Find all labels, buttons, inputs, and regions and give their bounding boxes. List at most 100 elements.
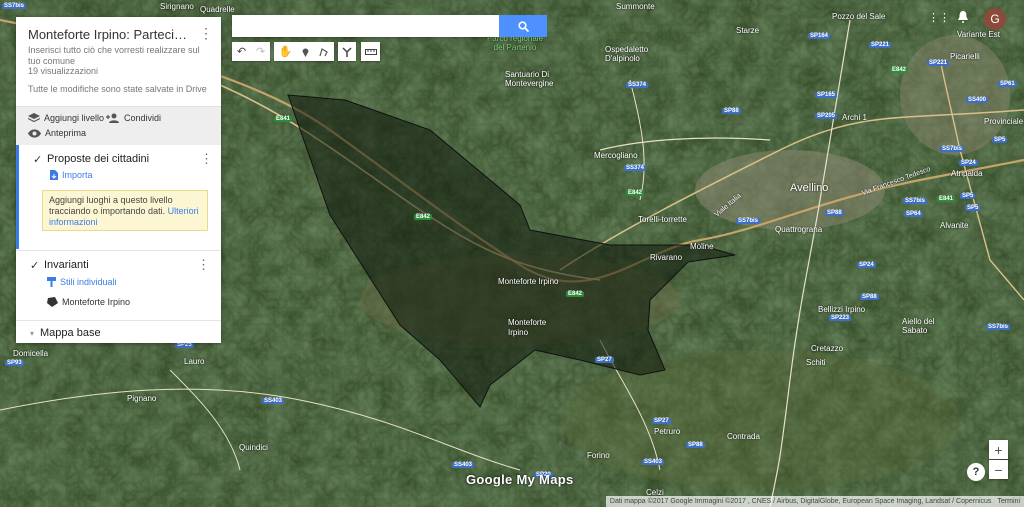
view-count: 19 visualizzazioni [28, 66, 99, 76]
directions-button[interactable] [338, 42, 356, 61]
share-button[interactable]: Condividi [106, 113, 161, 123]
import-link[interactable]: Importa [50, 170, 93, 180]
road-shield: E842 [566, 291, 585, 297]
map-label: Forino [587, 451, 610, 460]
road-shield: E841 [937, 196, 956, 202]
road-shield: SP165 [815, 92, 838, 98]
road-shield: SP88 [825, 210, 844, 216]
layer-options-icon[interactable]: ⋮ [197, 257, 210, 273]
undo-redo-group: ↶ ↷ [232, 42, 270, 61]
notifications-icon[interactable] [958, 11, 968, 23]
import-icon [50, 170, 58, 180]
feature-item[interactable]: Monteforte Irpino [47, 297, 130, 307]
empty-layer-hint: Aggiungi luoghi a questo livello traccia… [42, 190, 208, 231]
redo-icon[interactable]: ↷ [256, 45, 265, 58]
search-input[interactable] [232, 15, 499, 37]
search-icon [517, 20, 529, 32]
road-shield: SS7bis [986, 324, 1011, 330]
layer-invarianti[interactable]: ✓ Invarianti ⋮ Stili individuali [16, 251, 221, 321]
map-label: Schiti [806, 358, 826, 367]
search-button[interactable] [499, 15, 547, 37]
road-shield: SP88 [860, 294, 879, 300]
road-shield: SS403 [262, 398, 285, 404]
map-label: Archi 1 [842, 113, 867, 122]
layer-visibility-checkbox[interactable]: ✓ [33, 153, 42, 166]
road-shield: SS7bis [2, 3, 27, 9]
map-label: Variante Est [957, 30, 1000, 39]
layer-name[interactable]: Proposte dei cittadini [47, 153, 149, 165]
measure-button[interactable] [361, 42, 380, 61]
road-shield: SP64 [904, 211, 923, 217]
map-label: Moline [690, 242, 714, 251]
road-shield: SS374 [624, 165, 647, 171]
road-shield: SS7bis [903, 198, 928, 204]
road-shield: SP5 [965, 205, 981, 211]
marker-icon[interactable] [302, 47, 309, 57]
road-shield: SP223 [829, 315, 852, 321]
road-shield: SP205 [815, 113, 838, 119]
hand-icon[interactable]: ✋ [279, 45, 293, 58]
map-label: Rivarano [650, 253, 683, 262]
road-shield: SP5 [992, 137, 1008, 143]
chevron-down-icon: ▾ [30, 328, 35, 338]
road-shield: SP27 [652, 418, 671, 424]
add-layer-button[interactable]: Aggiungi livello [28, 113, 104, 123]
help-icon[interactable]: ? [967, 463, 985, 481]
attribution-text: Dati mappa ©2017 Google Immagini ©2017 ,… [609, 498, 992, 505]
map-label: Alvanite [940, 221, 969, 230]
map-label: Monteforte Irpino [508, 318, 547, 337]
map-title[interactable]: Monteforte Irpino: Partecipa al P... [28, 27, 193, 42]
map-legend-panel: Monteforte Irpino: Partecipa al P... ⋮ I… [16, 17, 221, 343]
map-label: Pignano [127, 394, 157, 403]
avatar[interactable]: G [984, 8, 1006, 30]
zoom-out-button[interactable]: − [989, 460, 1008, 479]
road-shield: SS7bis [940, 146, 965, 152]
map-label: Domicella [13, 349, 49, 358]
add-person-icon [106, 113, 119, 123]
map-label: Ospedaletto D'alpinolo [605, 45, 649, 63]
eye-icon [28, 128, 41, 138]
zoom-in-button[interactable]: + [989, 440, 1008, 459]
layers-icon [28, 113, 40, 123]
layer-name[interactable]: Invarianti [44, 259, 89, 271]
add-layer-label: Aggiungi livello [44, 113, 105, 123]
road-shield: E842 [890, 67, 909, 73]
map-label: Picarielli [950, 52, 980, 61]
road-shield: SP164 [808, 33, 831, 39]
polygon-icon [47, 297, 58, 307]
draw-line-icon[interactable] [319, 47, 329, 57]
panel-actions: Aggiungi livello Condividi Anteprima [16, 106, 221, 145]
map-description[interactable]: Inserisci tutto ciò che vorresti realizz… [28, 45, 208, 67]
map-label: Summonte [616, 2, 655, 11]
preview-label: Anteprima [45, 128, 87, 138]
road-shield: SP93 [5, 360, 24, 366]
map-label: Cretazzo [811, 344, 844, 353]
map-label: Sirignano [160, 2, 194, 11]
basemap-label: Mappa base [40, 327, 101, 339]
draw-tools-group: ✋ [274, 42, 334, 61]
map-label: Quindici [239, 443, 268, 452]
terms-link[interactable]: Termini [997, 498, 1020, 505]
map-options-menu-icon[interactable]: ⋮ [199, 25, 213, 41]
map-label: Torelli-torrette [638, 215, 687, 224]
road-shield: SP24 [959, 160, 978, 166]
style-link[interactable]: Stili individuali [47, 277, 117, 287]
layer-visibility-checkbox[interactable]: ✓ [30, 259, 39, 272]
preview-button[interactable]: Anteprima [28, 128, 86, 138]
undo-icon[interactable]: ↶ [237, 45, 246, 58]
apps-grid-icon[interactable]: ⋮⋮ [928, 11, 950, 24]
map-label: Mercogliano [594, 151, 638, 160]
road-shield: SS7bis [736, 218, 761, 224]
map-label: Starze [736, 26, 760, 35]
road-shield: SP61 [998, 81, 1017, 87]
map-label: Lauro [184, 357, 205, 366]
map-label: Bellizzi Irpino [818, 305, 866, 314]
basemap-toggle[interactable]: ▾ Mappa base [30, 327, 101, 339]
south-fields [560, 350, 960, 490]
share-label: Condividi [124, 113, 162, 123]
road-shield: SP221 [869, 42, 892, 48]
layer-options-icon[interactable]: ⋮ [200, 151, 213, 167]
road-shield: SP88 [722, 108, 741, 114]
map-label: Quadrelle [200, 5, 235, 14]
directions-icon [342, 46, 352, 57]
